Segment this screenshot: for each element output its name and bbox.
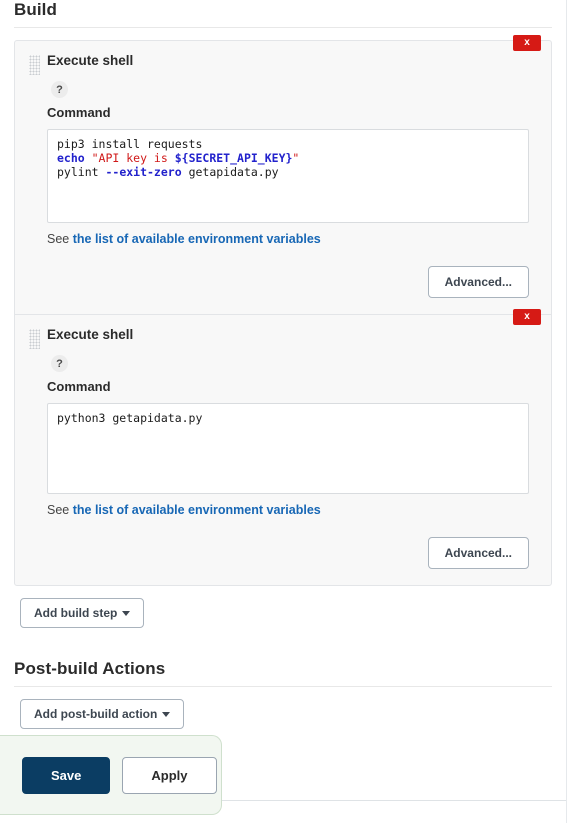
form-action-bar: Save Apply	[0, 735, 222, 815]
advanced-row: Advanced...	[29, 537, 529, 569]
apply-button[interactable]: Apply	[122, 756, 217, 794]
footer-divider	[222, 800, 566, 801]
help-icon[interactable]: ?	[51, 81, 68, 98]
build-step-header: Execute shell	[29, 53, 537, 75]
add-postbuild-action-button[interactable]: Add post-build action	[20, 699, 185, 729]
command-label: Command	[47, 379, 111, 394]
add-postbuild-action-row: Add post-build action	[20, 699, 566, 729]
add-postbuild-action-label: Add post-build action	[34, 707, 158, 721]
help-icon[interactable]: ?	[51, 355, 68, 372]
drag-handle-icon[interactable]	[29, 329, 40, 349]
page-right-gutter	[566, 0, 588, 823]
build-steps-container: x Execute shell ? Command pip3 install r…	[14, 35, 552, 586]
build-step: x Execute shell ? Command python3 getapi…	[15, 309, 551, 585]
add-build-step-label: Add build step	[34, 606, 118, 620]
build-step-title: Execute shell	[47, 327, 134, 342]
postbuild-heading-divider	[14, 686, 552, 687]
build-section-heading: Build	[14, 0, 57, 19]
build-heading-divider	[14, 27, 552, 28]
advanced-button[interactable]: Advanced...	[427, 537, 529, 569]
env-vars-hint-prefix: See	[47, 232, 73, 246]
build-step-title: Execute shell	[47, 53, 134, 68]
env-vars-hint-prefix: See	[47, 503, 73, 517]
env-vars-hint: See the list of available environment va…	[47, 232, 537, 246]
config-page: Build x Execute shell ? Command pip3 ins…	[0, 0, 566, 823]
add-build-step-button[interactable]: Add build step	[20, 598, 145, 628]
delete-build-step-button[interactable]: x	[513, 309, 541, 325]
command-textarea[interactable]: python3 getapidata.py	[47, 403, 529, 494]
add-build-step-row: Add build step	[20, 598, 566, 628]
env-vars-link[interactable]: the list of available environment variab…	[73, 232, 321, 246]
advanced-button[interactable]: Advanced...	[427, 266, 529, 298]
chevron-down-icon	[122, 611, 131, 617]
command-textarea[interactable]: pip3 install requests echo "API key is $…	[47, 129, 529, 223]
delete-build-step-button[interactable]: x	[513, 35, 541, 51]
drag-handle-icon[interactable]	[29, 55, 40, 75]
save-button[interactable]: Save	[22, 756, 111, 794]
chevron-down-icon	[162, 712, 171, 718]
env-vars-hint: See the list of available environment va…	[47, 503, 537, 517]
command-label: Command	[47, 105, 111, 120]
env-vars-link[interactable]: the list of available environment variab…	[73, 503, 321, 517]
build-step-header: Execute shell	[29, 327, 537, 349]
postbuild-section-heading: Post-build Actions	[14, 659, 166, 678]
advanced-row: Advanced...	[29, 266, 529, 298]
build-step: x Execute shell ? Command pip3 install r…	[15, 35, 551, 314]
